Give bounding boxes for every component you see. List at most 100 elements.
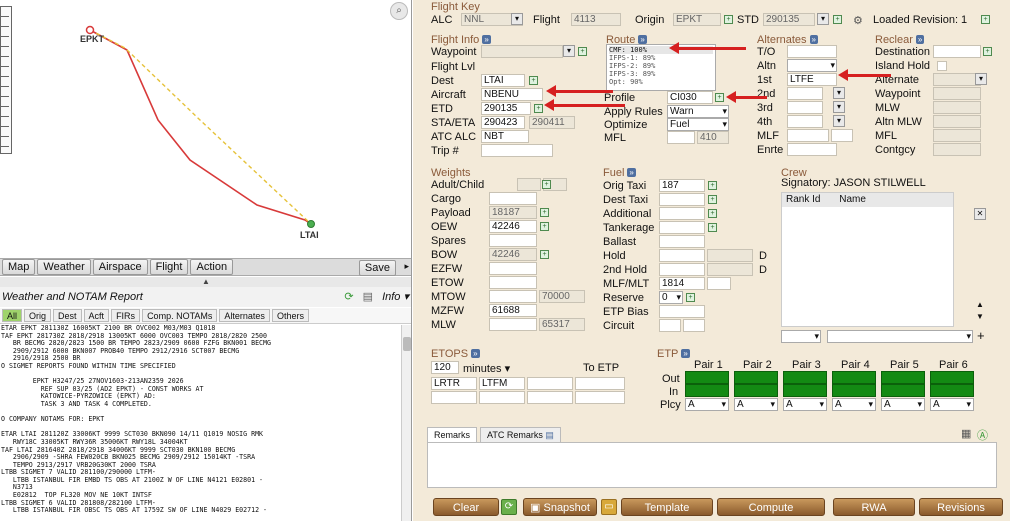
print-icon[interactable]: ▤ xyxy=(363,291,373,303)
etd-lookup-icon[interactable]: + xyxy=(534,104,543,113)
orig-taxi-lookup-icon[interactable]: + xyxy=(708,181,717,190)
tab-flight[interactable]: Flight xyxy=(149,259,189,275)
pax-lookup-icon[interactable]: + xyxy=(542,180,551,189)
wx-tab-orig[interactable]: Orig xyxy=(24,309,52,322)
wx-tab-others[interactable]: Others xyxy=(271,309,309,322)
etops-airport-1[interactable]: LRTR xyxy=(431,377,477,390)
mlf-mlt-field-2[interactable] xyxy=(707,277,731,290)
etops-airport-7[interactable] xyxy=(527,391,573,404)
chevron-down-icon[interactable]: ▾ xyxy=(833,87,845,99)
etp-bias-field[interactable] xyxy=(659,305,705,318)
atc-alc-field[interactable]: NBT xyxy=(481,130,529,143)
cargo-field[interactable] xyxy=(489,192,537,205)
reserve-select[interactable]: 0 xyxy=(659,291,683,304)
profile-lookup-icon[interactable]: + xyxy=(715,93,724,102)
flight-number-field[interactable]: 4113 xyxy=(571,13,621,26)
first-alternate-field[interactable]: LTFE xyxy=(787,73,837,86)
etops-airport-2[interactable]: LTFM xyxy=(479,377,525,390)
revision-lookup-icon[interactable]: + xyxy=(981,15,990,24)
etow-field[interactable] xyxy=(489,276,537,289)
save-button[interactable]: Save xyxy=(358,260,396,276)
clear-button[interactable]: Clear xyxy=(433,498,499,516)
dest-lookup-icon[interactable]: + xyxy=(529,76,538,85)
third-alternate-field[interactable] xyxy=(787,101,823,114)
oew-field[interactable]: 42246 xyxy=(489,220,537,233)
close-icon[interactable]: ✕ xyxy=(974,208,986,220)
waypoint-field[interactable] xyxy=(481,45,563,58)
std-field[interactable]: 290135 xyxy=(763,13,815,26)
etp-out-pair-6[interactable] xyxy=(930,371,974,384)
second-hold-field[interactable] xyxy=(659,263,705,276)
second-alternate-field[interactable] xyxy=(787,87,823,100)
waypoint-lookup-icon[interactable]: + xyxy=(578,47,587,56)
etp-plcy-pair-6[interactable]: A xyxy=(930,398,974,411)
wx-tab-comp-notams[interactable]: Comp. NOTAMs xyxy=(142,309,218,322)
etp-plcy-pair-5[interactable]: A xyxy=(881,398,925,411)
mlf-mlt-field[interactable]: 1814 xyxy=(659,277,705,290)
mzfw-field[interactable]: 61688 xyxy=(489,304,537,317)
etd-field[interactable]: 290135 xyxy=(481,102,531,115)
sta-field[interactable]: 290423 xyxy=(481,116,525,129)
spellcheck-icon[interactable]: Ⓐ xyxy=(977,427,988,443)
wx-tab-acft[interactable]: Acft xyxy=(83,309,110,322)
pane-splitter[interactable]: ▲ xyxy=(0,277,411,287)
circuit-field-1[interactable] xyxy=(659,319,681,332)
origin-lookup-icon[interactable]: + xyxy=(724,15,733,24)
etops-airport-5[interactable] xyxy=(431,391,477,404)
chevron-down-icon[interactable]: ▾ xyxy=(833,101,845,113)
calculator-icon[interactable]: ▦ xyxy=(961,427,971,440)
etp-out-pair-4[interactable] xyxy=(832,371,876,384)
dest-taxi-lookup-icon[interactable]: + xyxy=(708,195,717,204)
etp-plcy-pair-4[interactable]: A xyxy=(832,398,876,411)
tab-weather[interactable]: Weather xyxy=(37,259,91,275)
alt-mlf-field-2[interactable] xyxy=(831,129,853,142)
crew-rank-select[interactable] xyxy=(781,330,821,343)
etp-plcy-pair-2[interactable]: A xyxy=(734,398,778,411)
remarks-textarea[interactable] xyxy=(427,442,997,488)
tankerage-lookup-icon[interactable]: + xyxy=(708,223,717,232)
dest-taxi-field[interactable] xyxy=(659,193,705,206)
chevron-down-icon[interactable]: ▾ xyxy=(975,73,987,85)
etp-in-pair-6[interactable] xyxy=(930,384,974,397)
adult-field[interactable] xyxy=(517,178,541,191)
crew-name-select[interactable] xyxy=(827,330,973,343)
compute-button[interactable]: Compute xyxy=(717,498,825,516)
island-hold-checkbox[interactable] xyxy=(937,61,947,71)
origin-field[interactable]: EPKT xyxy=(673,13,721,26)
oew-lookup-icon[interactable]: + xyxy=(540,222,549,231)
template-button[interactable]: Template xyxy=(621,498,713,516)
snapshot-button[interactable]: ▣ Snapshot xyxy=(523,498,597,516)
move-down-icon[interactable]: ▼ xyxy=(974,312,986,324)
mtow-input[interactable] xyxy=(489,290,537,303)
route-option[interactable]: Opt: 90% xyxy=(609,78,713,86)
to-alternate-field[interactable] xyxy=(787,45,837,58)
tab-atc-remarks[interactable]: ATC Remarks ▤ xyxy=(480,427,561,443)
etp-out-pair-5[interactable] xyxy=(881,371,925,384)
route-option[interactable]: IFPS-2: 89% xyxy=(609,62,713,70)
refresh-icon[interactable]: ⟳ xyxy=(344,291,353,303)
search-icon[interactable]: ⌕ xyxy=(390,2,408,20)
altn-select[interactable] xyxy=(787,59,837,72)
mlw-input[interactable] xyxy=(489,318,537,331)
etp-in-pair-4[interactable] xyxy=(832,384,876,397)
route-options-list[interactable]: CMF: 100% IFPS-1: 89% IFPS-2: 89% IFPS-3… xyxy=(606,44,716,91)
etp-in-pair-2[interactable] xyxy=(734,384,778,397)
etp-plcy-pair-3[interactable]: A xyxy=(783,398,827,411)
wx-tab-all[interactable]: All xyxy=(2,309,23,322)
tab-airspace[interactable]: Airspace xyxy=(92,259,148,275)
chevron-right-icon[interactable]: ▸ xyxy=(404,261,409,272)
etops-airport-4[interactable] xyxy=(575,377,625,390)
apply-rules-select[interactable]: Warn xyxy=(667,105,729,118)
route-map[interactable]: EPKT LTAI ⌕ xyxy=(0,0,411,258)
circuit-field-2[interactable] xyxy=(683,319,705,332)
dest-field[interactable]: LTAI xyxy=(481,74,525,87)
chevron-down-icon[interactable]: ▾ xyxy=(833,115,845,127)
tab-remarks[interactable]: Remarks xyxy=(427,427,478,443)
mfl-input[interactable] xyxy=(667,131,695,144)
rwa-button[interactable]: RWA xyxy=(833,498,915,516)
bow-lookup-icon[interactable]: + xyxy=(540,250,549,259)
chevron-down-icon[interactable]: ▾ xyxy=(563,45,575,57)
revisions-button[interactable]: Revisions xyxy=(919,498,1003,516)
alt-mlf-field[interactable] xyxy=(787,129,829,142)
etp-in-pair-1[interactable] xyxy=(685,384,729,397)
